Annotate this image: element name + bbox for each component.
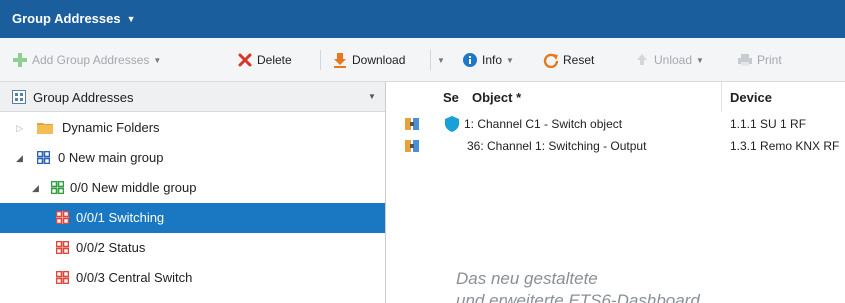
tree-item-label: 0/0/3 Central Switch: [76, 270, 193, 285]
tree-item-dynamic-folders[interactable]: ▷ Dynamic Folders: [0, 113, 385, 143]
reset-label: Reset: [563, 53, 595, 67]
chevron-down-icon: ▼: [126, 14, 136, 24]
title-bar: Group Addresses ▼: [0, 0, 845, 38]
tree-pane-title: Group Addresses: [33, 90, 134, 105]
column-divider[interactable]: [721, 82, 722, 112]
print-button[interactable]: Print: [737, 52, 782, 68]
reset-button[interactable]: Reset: [543, 52, 594, 68]
reset-icon: [543, 52, 559, 68]
window-title-text: Group Addresses: [12, 11, 121, 26]
group-address-icon: [56, 271, 69, 284]
caption-line-2: und erweiterte ETS6-Dashboard: [456, 291, 700, 303]
tree-item-middle-group[interactable]: ◢ 0/0 New middle group: [0, 173, 385, 203]
device-cell: 1.3.1 Remo KNX RF: [730, 139, 840, 153]
tree-item-central-switch[interactable]: 0/0/3 Central Switch: [0, 263, 385, 293]
tree-item-label: 0/0 New middle group: [70, 180, 197, 195]
tree-item-label: 0/0/2 Status: [76, 240, 146, 255]
unload-button[interactable]: Unload ▼: [634, 52, 704, 68]
download-label: Download: [352, 53, 406, 67]
close-icon: [237, 52, 253, 68]
chevron-down-icon[interactable]: ▼: [368, 92, 376, 101]
tree-item-switching[interactable]: 0/0/1 Switching: [0, 203, 385, 233]
object-name-cell: 1: Channel C1 - Switch object: [464, 117, 623, 131]
chevron-right-icon[interactable]: ▷: [16, 123, 23, 134]
column-header-object[interactable]: Object *: [472, 90, 521, 105]
communication-object-icon: [405, 118, 419, 130]
window-title[interactable]: Group Addresses ▼: [12, 11, 136, 26]
object-name-cell: 36: Channel 1: Switching - Output: [467, 139, 647, 153]
column-header-se[interactable]: Se: [443, 90, 459, 105]
group-addresses-tree-pane: Group Addresses ▼ ▷ Dynamic Folders ◢ 0 …: [0, 82, 386, 303]
tree-item-status[interactable]: 0/0/2 Status: [0, 233, 385, 263]
add-group-addresses-button[interactable]: Add Group Addresses ▼: [12, 52, 161, 68]
chevron-down-icon[interactable]: ▼: [153, 56, 161, 65]
info-icon: [462, 52, 478, 68]
unload-icon: [634, 52, 650, 68]
tree-item-label: Dynamic Folders: [62, 120, 160, 135]
middle-group-icon: [51, 181, 64, 194]
tree-pane-header[interactable]: Group Addresses ▼: [0, 82, 385, 112]
table-row[interactable]: 36: Channel 1: Switching - Output 1.3.1 …: [387, 135, 845, 157]
download-button[interactable]: Download: [332, 52, 405, 68]
chevron-down-icon: ▼: [437, 55, 445, 65]
download-dropdown[interactable]: ▼: [437, 52, 445, 68]
toolbar-divider: [320, 50, 321, 70]
delete-button[interactable]: Delete: [237, 52, 292, 68]
toolbar-divider: [430, 50, 431, 70]
communication-object-icon: [405, 140, 419, 152]
chevron-down-icon: ▼: [506, 55, 514, 65]
download-icon: [332, 52, 348, 68]
printer-icon: [737, 52, 753, 68]
expanded-arrow-icon[interactable]: ◢: [32, 183, 39, 194]
folder-icon: [37, 123, 53, 134]
print-label: Print: [757, 53, 782, 67]
plus-icon: [12, 52, 28, 68]
caption-line-1: Das neu gestaltete: [456, 269, 598, 288]
delete-label: Delete: [257, 53, 292, 67]
tree-item-label: 0 New main group: [58, 150, 164, 165]
expanded-arrow-icon[interactable]: ◢: [16, 153, 23, 164]
unload-label: Unload: [654, 53, 693, 67]
add-group-addresses-label: Add Group Addresses: [32, 53, 150, 67]
info-button[interactable]: Info ▼: [462, 52, 514, 68]
tree-item-main-group[interactable]: ◢ 0 New main group: [0, 143, 385, 173]
chevron-down-icon: ▼: [696, 55, 704, 65]
table-row[interactable]: 1: Channel C1 - Switch object 1.1.1 SU 1…: [387, 113, 845, 135]
group-address-icon: [56, 211, 69, 224]
group-address-icon: [56, 241, 69, 254]
group-addresses-icon: [12, 90, 26, 104]
column-header-device[interactable]: Device: [730, 90, 772, 105]
toolbar: Add Group Addresses ▼ Delete Download ▼ …: [0, 38, 845, 82]
device-cell: 1.1.1 SU 1 RF: [730, 117, 807, 131]
tree-item-label: 0/0/1 Switching: [76, 210, 165, 225]
main-group-icon: [37, 151, 50, 164]
shield-icon: [445, 116, 459, 132]
info-label: Info: [482, 53, 503, 67]
